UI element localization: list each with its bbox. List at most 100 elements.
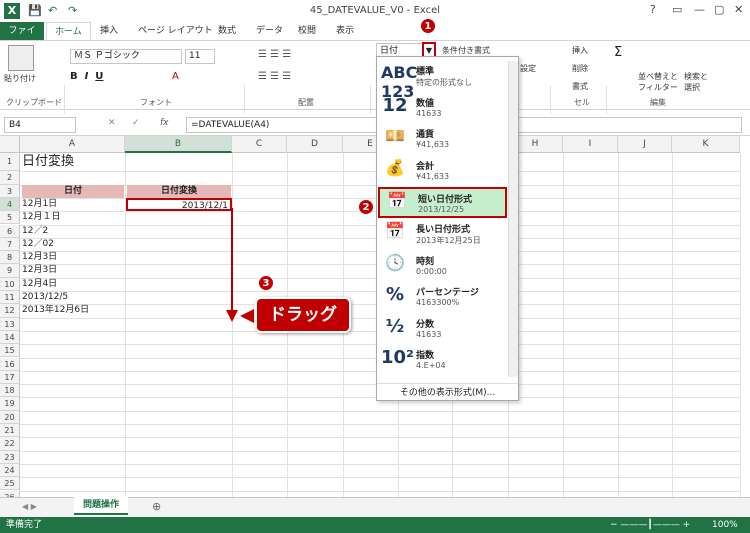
column-header[interactable]: C: [232, 136, 287, 153]
dropdown-scrollbar[interactable]: [508, 61, 518, 377]
row-header[interactable]: 3: [0, 184, 20, 198]
maximize-icon[interactable]: ▢: [714, 3, 724, 16]
font-color-button[interactable]: A: [172, 71, 179, 82]
row-header[interactable]: 9: [0, 264, 20, 278]
row-header[interactable]: 14: [0, 330, 20, 345]
row-header[interactable]: 8: [0, 251, 20, 265]
row-header[interactable]: 15: [0, 344, 20, 358]
row-header[interactable]: 18: [0, 384, 20, 398]
format-option[interactable]: 12 数値 41633: [378, 93, 507, 124]
row-header[interactable]: 2: [0, 171, 20, 185]
cancel-icon[interactable]: ✕: [108, 118, 116, 128]
format-option[interactable]: ½ 分数 41633: [378, 314, 507, 345]
tab-formulas[interactable]: 数式: [210, 22, 244, 40]
row-header[interactable]: 21: [0, 424, 20, 438]
format-option[interactable]: 📅 短い日付形式 2013/12/25: [378, 187, 507, 219]
tab-home[interactable]: ホーム: [46, 22, 91, 40]
sheet-nav-arrows[interactable]: ◀ ▶: [22, 502, 37, 511]
cell-a9[interactable]: 12月3日: [22, 264, 124, 277]
row-header[interactable]: 7: [0, 237, 20, 252]
format-option[interactable]: 💴 通貨 ¥41,633: [378, 124, 507, 155]
cell-a8[interactable]: 12月3日: [22, 251, 124, 264]
tab-insert[interactable]: 挿入: [92, 22, 126, 40]
format-option[interactable]: 📅 長い日付形式 2013年12月25日: [378, 219, 507, 250]
row-header[interactable]: 19: [0, 397, 20, 411]
cell-b3[interactable]: 日付変換: [127, 184, 231, 198]
function-icon[interactable]: fx: [160, 118, 169, 128]
format-option[interactable]: 10² 指数 4.E+04: [378, 345, 507, 376]
more-formats-link[interactable]: その他の表示形式(M)...: [377, 383, 518, 401]
row-header[interactable]: 11: [0, 291, 20, 305]
tab-file[interactable]: ファイル: [0, 22, 44, 54]
row-header[interactable]: 1: [0, 153, 20, 171]
cell-a11[interactable]: 2013/12/5: [22, 291, 124, 304]
sort-filter-button[interactable]: 並べ替えと: [638, 71, 678, 82]
enter-icon[interactable]: ✓: [132, 118, 140, 128]
column-header[interactable]: B: [125, 136, 232, 153]
row-header[interactable]: 5: [0, 211, 20, 225]
sheet-tab[interactable]: 問題操作: [74, 497, 128, 515]
delete-cells-button[interactable]: 削除: [572, 63, 588, 74]
row-header[interactable]: 25: [0, 477, 20, 491]
column-header[interactable]: K: [672, 136, 740, 153]
cell-a12[interactable]: 2013年12月6日: [22, 304, 124, 317]
bold-button[interactable]: B I U: [70, 71, 103, 82]
number-format-dropdown[interactable]: その他の表示形式(M)... ABC 123 標準 特定の形式なし 12 数値 41633…: [376, 56, 519, 401]
format-cells-button[interactable]: 書式: [572, 81, 588, 92]
column-header[interactable]: D: [287, 136, 343, 153]
select-all-corner[interactable]: [0, 136, 20, 153]
sort-filter-button-line2[interactable]: フィルター: [638, 82, 678, 93]
column-header[interactable]: A: [20, 136, 125, 153]
settings-button[interactable]: 設定: [520, 63, 536, 74]
cell-a3[interactable]: 日付: [22, 184, 124, 198]
autosum-icon[interactable]: Σ: [614, 45, 622, 60]
row-header[interactable]: 12: [0, 304, 20, 318]
tab-view[interactable]: 表示: [328, 22, 362, 40]
row-header[interactable]: 17: [0, 370, 20, 385]
font-name-select[interactable]: ＭＳ Ｐゴシック: [70, 49, 182, 64]
name-box[interactable]: B4: [4, 117, 76, 133]
cell-a7[interactable]: 12／02: [22, 238, 124, 251]
font-size-select[interactable]: 11: [185, 49, 215, 64]
indent-buttons[interactable]: ☰ ☰ ☰: [258, 71, 291, 82]
row-header[interactable]: 16: [0, 357, 20, 371]
column-header[interactable]: J: [618, 136, 672, 153]
row-header[interactable]: 4: [0, 197, 20, 212]
tab-review[interactable]: 校閲: [290, 22, 324, 40]
row-header[interactable]: 22: [0, 437, 20, 451]
cell-a5[interactable]: 12月１日: [22, 211, 124, 224]
format-option[interactable]: ABC 123 標準 特定の形式なし: [378, 61, 507, 101]
insert-cells-button[interactable]: 挿入: [572, 45, 588, 56]
cell-a1[interactable]: 日付変換: [22, 153, 124, 171]
row-header[interactable]: 13: [0, 317, 20, 331]
close-icon[interactable]: ✕: [734, 3, 743, 16]
row-header[interactable]: 24: [0, 463, 20, 478]
cell-b4[interactable]: 2013/12/1: [126, 197, 232, 211]
spreadsheet-grid[interactable]: ABCDEFGHIJK12345678910111213141516171819…: [0, 136, 741, 505]
minimize-icon[interactable]: —: [694, 3, 705, 16]
row-header[interactable]: 6: [0, 224, 20, 238]
format-option[interactable]: % パーセンテージ 4163300%: [378, 282, 507, 313]
tab-data[interactable]: データ: [248, 22, 291, 40]
zoom-level[interactable]: 100%: [712, 517, 738, 533]
format-option[interactable]: 💰 会計 ¥41,633: [378, 156, 507, 187]
cell-a6[interactable]: 12／2: [22, 225, 124, 238]
paste-button-label[interactable]: 貼り付け: [4, 73, 36, 84]
format-option[interactable]: 🕓 時刻 0:00:00: [378, 251, 507, 282]
row-header[interactable]: 20: [0, 410, 20, 424]
ribbon-display-icon[interactable]: ▭: [672, 3, 682, 16]
row-header[interactable]: 10: [0, 277, 20, 291]
paste-icon[interactable]: [8, 45, 34, 71]
find-select-button[interactable]: 検索と: [684, 71, 708, 82]
add-sheet-icon[interactable]: ⊕: [152, 500, 161, 513]
conditional-format-button[interactable]: 条件付き書式: [442, 45, 490, 56]
column-header[interactable]: I: [563, 136, 618, 153]
row-header[interactable]: 23: [0, 450, 20, 464]
find-select-button-line2[interactable]: 選択: [684, 82, 700, 93]
help-icon[interactable]: ?: [650, 3, 656, 16]
zoom-slider[interactable]: − ———┃——— +: [610, 517, 690, 533]
cell-a10[interactable]: 12月4日: [22, 278, 124, 291]
tab-page-layout[interactable]: ページ レイアウト: [130, 22, 221, 40]
cell-a4[interactable]: 12月1日: [22, 198, 124, 211]
align-buttons[interactable]: ☰ ☰ ☰: [258, 49, 291, 60]
